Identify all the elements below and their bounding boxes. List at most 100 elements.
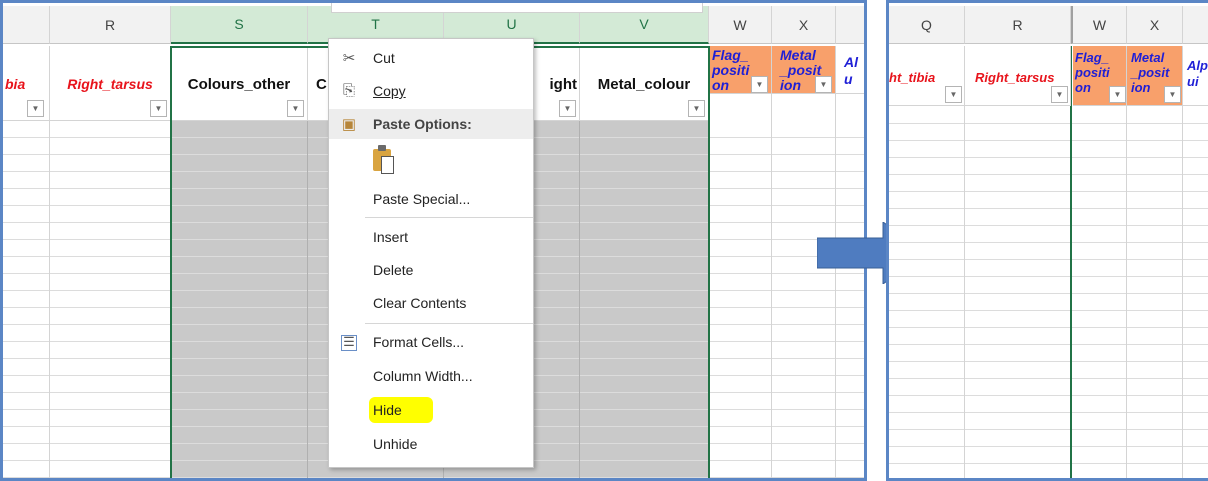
row-line: [889, 123, 1208, 124]
filter-dropdown-button[interactable]: ▼: [150, 100, 167, 117]
paper-icon: [381, 156, 394, 174]
col-header-s[interactable]: S: [171, 6, 308, 44]
header-cell-q[interactable]: ht_tibia ▼: [889, 46, 965, 106]
scissors-icon: ✂: [342, 50, 356, 67]
col-header-x[interactable]: X: [772, 6, 836, 44]
col-header-y[interactable]: [1183, 6, 1208, 44]
row-line: [889, 276, 1208, 277]
menu-item-clear-contents[interactable]: Clear Contents: [329, 288, 533, 320]
row-line: [889, 412, 1208, 413]
header-cell-r[interactable]: Right_tarsus ▼: [50, 46, 171, 121]
filter-dropdown-button[interactable]: ▼: [751, 76, 768, 93]
header-label: Right_tarsus: [67, 76, 153, 92]
row-line: [889, 157, 1208, 158]
col-letter: S: [234, 16, 244, 32]
row-line: [889, 191, 1208, 192]
col-header-r[interactable]: R: [50, 6, 171, 44]
col-letter: R: [1012, 16, 1023, 33]
col-letter: T: [371, 16, 380, 32]
menu-label: Clear Contents: [373, 295, 467, 311]
header-cell-w[interactable]: Flag_ positi on ▼: [709, 46, 772, 94]
menu-label: Paste Options:: [373, 116, 472, 132]
col-header-y[interactable]: [836, 6, 864, 44]
row-line: [889, 259, 1208, 260]
header-cell-y[interactable]: Al u: [836, 46, 864, 94]
filter-dropdown-button[interactable]: ▼: [1109, 86, 1126, 103]
menu-label: Copy: [373, 83, 406, 99]
filter-dropdown-button[interactable]: ▼: [815, 76, 832, 93]
toolbar-fragment: [331, 3, 703, 13]
menu-label: Delete: [373, 262, 414, 278]
col-letter: R: [104, 16, 116, 33]
menu-item-delete[interactable]: Delete: [329, 255, 533, 287]
col-letter: V: [639, 16, 649, 32]
row-line: [889, 208, 1208, 209]
row-line: [889, 361, 1208, 362]
col-letter: W: [1092, 16, 1107, 33]
filter-dropdown-button[interactable]: ▼: [1051, 86, 1068, 103]
menu-label: Paste Special...: [373, 191, 471, 207]
col-line: [1182, 46, 1183, 478]
col-letter: X: [1149, 16, 1160, 33]
row-line: [889, 429, 1208, 430]
col-letter: W: [733, 16, 747, 33]
row-line: [889, 463, 1208, 464]
col-line: [964, 46, 965, 478]
col-line: [771, 46, 772, 478]
col-header-x[interactable]: X: [1127, 6, 1183, 44]
row-line: [889, 174, 1208, 175]
right-spreadsheet: Q R W X ht_tibia ▼ Right_tarsus ▼ Flag_ …: [886, 0, 1208, 481]
header-cell-x[interactable]: Metal _posit ion ▼: [772, 46, 836, 94]
col-header-q[interactable]: Q: [889, 6, 965, 44]
header-label: Flag_ positi on: [712, 47, 750, 93]
menu-label: Column Width...: [373, 368, 473, 384]
header-cell-y[interactable]: Alp ui: [1183, 46, 1208, 106]
header-label: Flag_ positi on: [1075, 50, 1110, 95]
row-line: [889, 293, 1208, 294]
hidden-columns-line: [1070, 46, 1072, 478]
menu-item-format-cells[interactable]: ☰ Format Cells...: [329, 327, 533, 359]
menu-label: Unhide: [373, 436, 418, 452]
menu-item-column-width[interactable]: Column Width...: [329, 361, 533, 393]
menu-label: Cut: [373, 50, 395, 66]
menu-item-copy[interactable]: ⎘ Copy: [329, 76, 533, 108]
col-header-w[interactable]: W: [709, 6, 772, 44]
col-header-q[interactable]: [3, 6, 50, 44]
col-letter: Q: [921, 16, 932, 33]
header-label: ht_tibia: [889, 70, 936, 85]
menu-separator: [365, 323, 533, 324]
menu-item-unhide[interactable]: Unhide: [329, 429, 533, 461]
paste-options-header: ▣ Paste Options:: [329, 109, 533, 139]
header-label: Al u: [844, 54, 858, 87]
header-label: bia: [5, 76, 26, 92]
row-line: [889, 378, 1208, 379]
col-line: [1126, 46, 1127, 478]
col-letter: X: [798, 16, 809, 33]
header-cell-r[interactable]: Right_tarsus ▼: [965, 46, 1071, 106]
copy-icon: ⎘: [342, 82, 355, 99]
col-letter: U: [506, 16, 517, 32]
clipboard-clip-icon: [378, 145, 386, 151]
menu-item-insert[interactable]: Insert: [329, 222, 533, 254]
context-menu: ✂ Cut ⎘ Copy ▣ Paste Options: Paste Spec…: [328, 38, 534, 468]
menu-item-hide[interactable]: Hide: [329, 395, 533, 427]
menu-item-paste-special[interactable]: Paste Special...: [329, 184, 533, 216]
header-cell-q[interactable]: bia ▼: [3, 46, 50, 121]
menu-label: Format Cells...: [373, 334, 465, 350]
filter-dropdown-button[interactable]: ▼: [945, 86, 962, 103]
filter-dropdown-button[interactable]: ▼: [27, 100, 44, 117]
row-line: [889, 327, 1208, 328]
header-cell-w[interactable]: Flag_ positi on ▼: [1073, 46, 1127, 106]
col-header-w[interactable]: W: [1071, 6, 1127, 44]
filter-dropdown-button[interactable]: ▼: [1164, 86, 1181, 103]
header-label: Right_tarsus: [975, 70, 1055, 85]
clipboard-icon: ▣: [341, 116, 357, 133]
menu-label: Insert: [373, 229, 409, 245]
paste-icon[interactable]: [373, 145, 397, 175]
menu-item-cut[interactable]: ✂ Cut: [329, 43, 533, 75]
row-line: [889, 310, 1208, 311]
menu-separator: [365, 217, 533, 218]
header-cell-x[interactable]: Metal _posit ion ▼: [1127, 46, 1183, 106]
row-line: [889, 446, 1208, 447]
col-header-r[interactable]: R: [965, 6, 1071, 44]
